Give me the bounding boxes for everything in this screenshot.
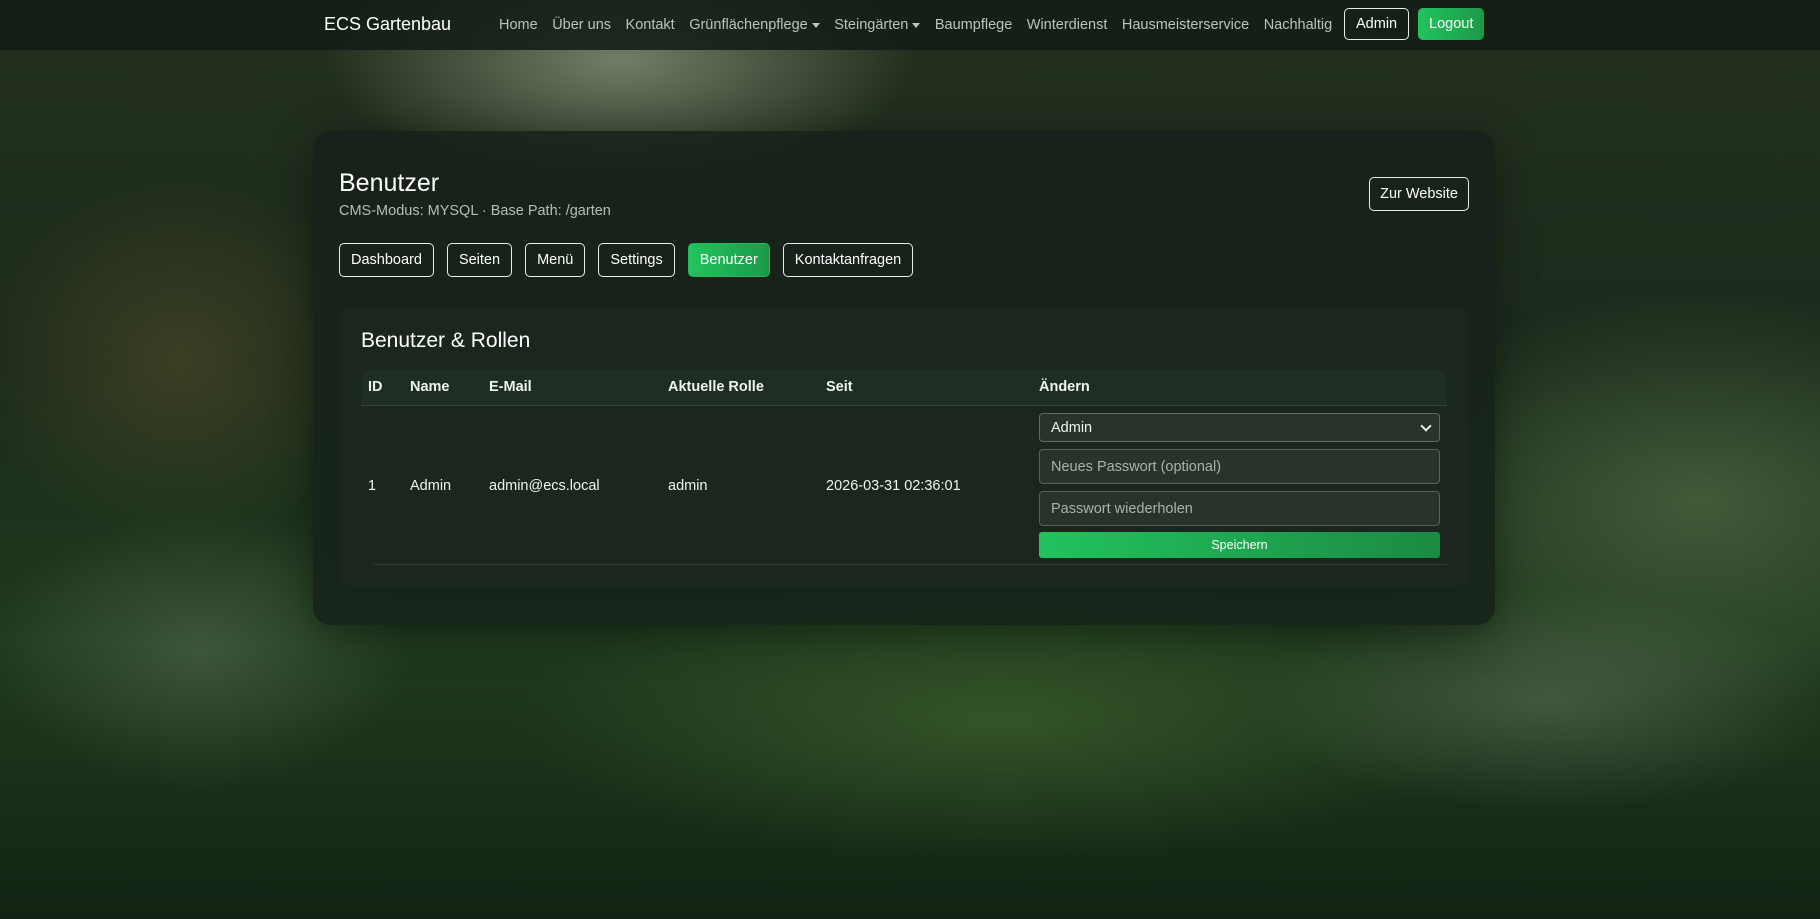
brand-logo-text[interactable]: ECS Gartenbau bbox=[324, 14, 451, 35]
repeat-password-placeholder: Passwort wiederholen bbox=[1051, 500, 1193, 517]
column-header-role: Aktuelle Rolle bbox=[668, 379, 764, 395]
admin-panel: Benutzer CMS-Modus: MYSQL · Base Path: /… bbox=[313, 131, 1495, 625]
table-row: 1 Admin admin@ecs.local admin 2026-03-31… bbox=[361, 406, 1447, 566]
nav-link-baumpflege[interactable]: Baumpflege bbox=[935, 17, 1012, 33]
column-header-change: Ändern bbox=[1039, 379, 1090, 395]
users-roles-card: Benutzer & Rollen ID Name E-Mail Aktuell… bbox=[339, 307, 1469, 587]
nav-links: Home Über uns Kontakt Grünflächenpflege … bbox=[499, 0, 1347, 50]
new-password-placeholder: Neues Passwort (optional) bbox=[1051, 458, 1222, 475]
nav-link-label: Kontakt bbox=[625, 17, 675, 33]
column-header-id: ID bbox=[368, 379, 383, 395]
nav-link-nachhaltig[interactable]: Nachhaltig bbox=[1264, 17, 1333, 33]
repeat-password-input[interactable]: Passwort wiederholen bbox=[1039, 491, 1440, 526]
new-password-input[interactable]: Neues Passwort (optional) bbox=[1039, 449, 1440, 484]
nav-link-label: Baumpflege bbox=[934, 17, 1013, 33]
column-header-since: Seit bbox=[826, 379, 853, 395]
top-navbar: ECS Gartenbau Home Über uns Kontakt Grün… bbox=[0, 0, 1820, 50]
nav-link-home[interactable]: Home bbox=[499, 17, 538, 33]
nav-link-label: Über uns bbox=[552, 17, 612, 33]
role-select-value: Admin bbox=[1051, 419, 1093, 436]
tab-benutzer[interactable]: Benutzer bbox=[687, 243, 770, 277]
admin-button[interactable]: Admin bbox=[1344, 8, 1410, 40]
table-header: ID Name E-Mail Aktuelle Rolle Seit Änder… bbox=[361, 369, 1447, 406]
nav-dropdown-steingaerten[interactable]: Steingärten bbox=[834, 17, 921, 33]
nav-dropdown-gruenflaechenpflege[interactable]: Grünflächenpflege bbox=[689, 17, 820, 33]
row-divider bbox=[373, 564, 1447, 565]
role-select[interactable]: Admin bbox=[1039, 413, 1440, 442]
change-user-form: Admin Neues Passwort (optional) Passwort… bbox=[1039, 413, 1440, 558]
tab-seiten[interactable]: Seiten bbox=[446, 243, 513, 277]
nav-link-hausmeisterservice[interactable]: Hausmeisterservice bbox=[1122, 17, 1249, 33]
nav-link-label: Nachhaltig bbox=[1263, 17, 1333, 33]
nav-link-label: Grünflächenpflege bbox=[689, 17, 808, 33]
save-button[interactable]: Speichern bbox=[1039, 532, 1440, 558]
nav-link-label: Steingärten bbox=[834, 17, 909, 33]
nav-link-winterdienst[interactable]: Winterdienst bbox=[1027, 17, 1108, 33]
nav-link-label: Home bbox=[499, 17, 538, 33]
tab-menue[interactable]: Menü bbox=[525, 243, 586, 277]
tab-settings[interactable]: Settings bbox=[598, 243, 675, 277]
nav-link-label: Winterdienst bbox=[1026, 17, 1108, 33]
caret-down-icon bbox=[811, 22, 820, 28]
admin-tabs: Dashboard Seiten Menü Settings Benutzer … bbox=[339, 243, 926, 277]
cell-since: 2026-03-31 02:36:01 bbox=[826, 478, 961, 494]
chevron-down-icon bbox=[1420, 420, 1432, 432]
column-header-email: E-Mail bbox=[489, 379, 532, 395]
cell-name: Admin bbox=[410, 478, 452, 494]
cell-email: admin@ecs.local bbox=[489, 478, 600, 494]
cms-mode-subtitle: CMS-Modus: MYSQL · Base Path: /garten bbox=[339, 203, 611, 219]
tab-dashboard[interactable]: Dashboard bbox=[339, 243, 434, 277]
cell-role: admin bbox=[668, 478, 708, 494]
nav-link-kontakt[interactable]: Kontakt bbox=[626, 17, 675, 33]
column-header-name: Name bbox=[410, 379, 450, 395]
page-title: Benutzer bbox=[339, 169, 440, 197]
nav-link-label: Hausmeisterservice bbox=[1121, 17, 1250, 33]
nav-link-ueber-uns[interactable]: Über uns bbox=[552, 17, 611, 33]
caret-down-icon bbox=[912, 22, 921, 28]
card-title: Benutzer & Rollen bbox=[361, 329, 531, 352]
cell-id: 1 bbox=[368, 478, 377, 494]
logout-button[interactable]: Logout bbox=[1418, 8, 1485, 40]
tab-kontaktanfragen[interactable]: Kontaktanfragen bbox=[782, 243, 914, 277]
zur-website-button[interactable]: Zur Website bbox=[1369, 177, 1469, 211]
